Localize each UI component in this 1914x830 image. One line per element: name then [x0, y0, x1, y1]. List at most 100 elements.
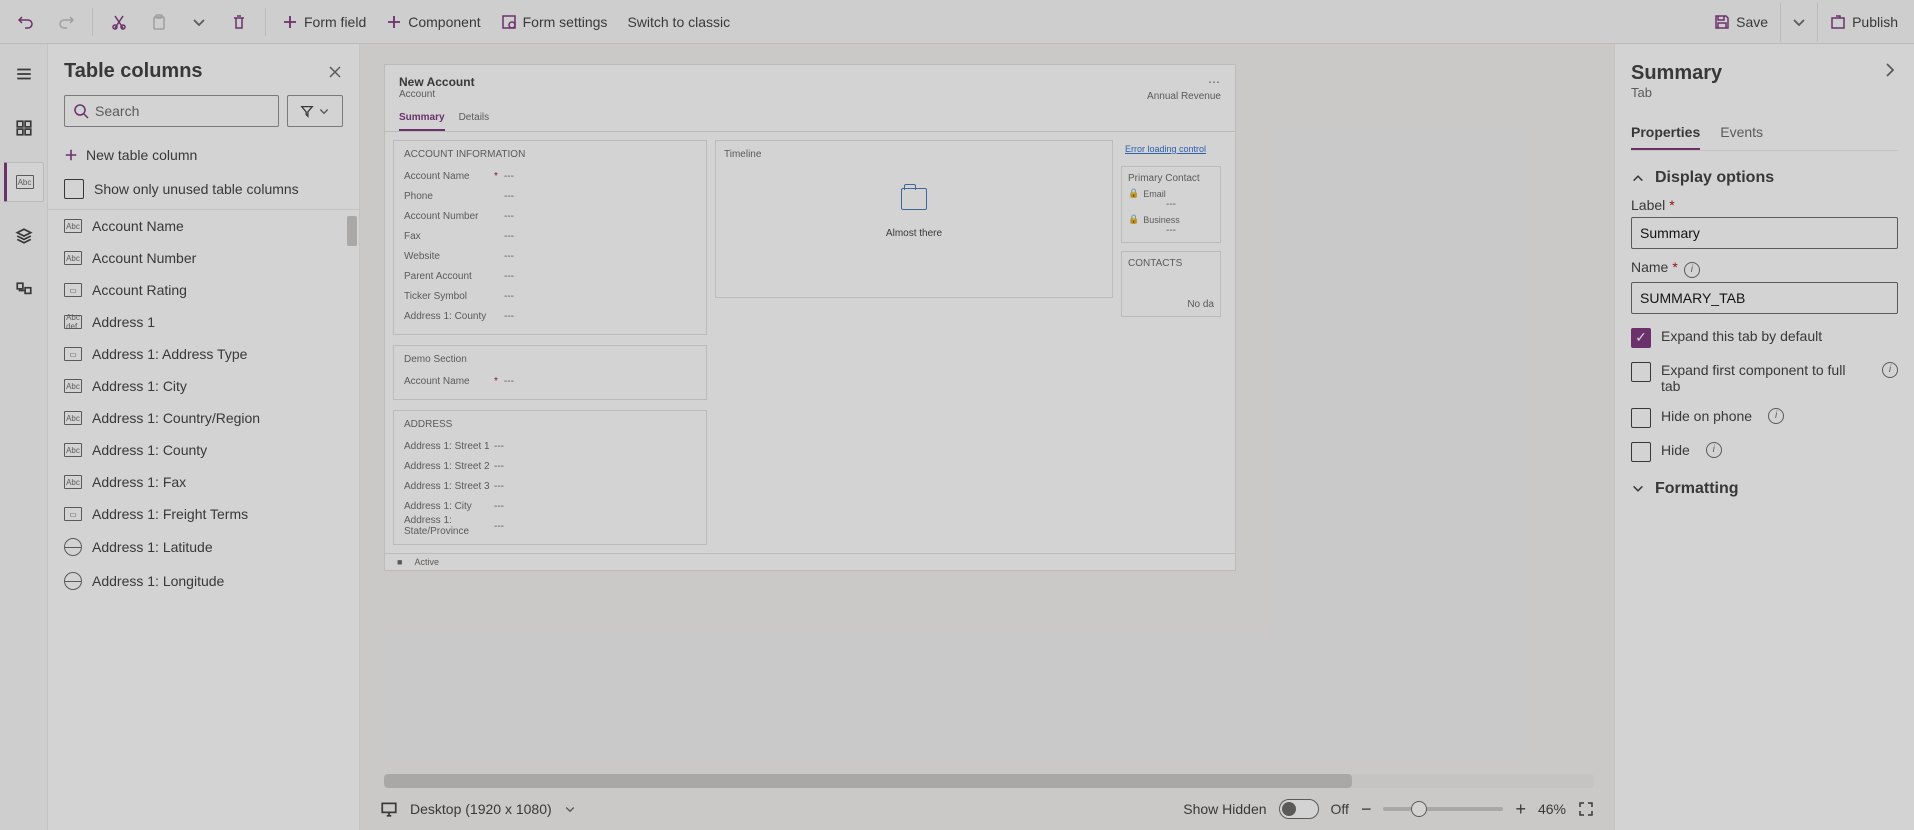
chevron-down-icon[interactable] [564, 803, 576, 815]
form-field[interactable]: Account Number--- [404, 206, 696, 226]
column-item[interactable]: ▭Address 1: Freight Terms [48, 498, 359, 530]
expand-default-checkbox[interactable] [1631, 328, 1651, 348]
form-settings-label: Form settings [523, 14, 608, 30]
scrollbar-thumb[interactable] [347, 216, 357, 246]
display-options-header[interactable]: Display options [1631, 169, 1898, 187]
name-input[interactable] [1631, 282, 1898, 314]
switch-classic-button[interactable]: Switch to classic [619, 2, 738, 42]
info-icon[interactable]: i [1768, 408, 1784, 424]
column-item[interactable]: ▭Account Rating [48, 274, 359, 306]
nav-tree[interactable] [4, 270, 44, 310]
hide-on-phone-checkbox[interactable] [1631, 408, 1651, 428]
section-address[interactable]: ADDRESS Address 1: Street 1---Address 1:… [393, 410, 707, 545]
form-field[interactable]: Address 1: Street 2--- [404, 456, 696, 476]
type-icon: Abc [64, 219, 82, 233]
show-hidden-toggle[interactable] [1279, 799, 1319, 819]
error-link[interactable]: Error loading control [1121, 140, 1221, 158]
section-primary-contact[interactable]: Primary Contact 🔒Email --- 🔒Business --- [1121, 166, 1221, 243]
form-field[interactable]: Phone--- [404, 186, 696, 206]
filter-button[interactable] [287, 95, 343, 127]
info-icon[interactable]: i [1706, 442, 1722, 458]
column-item[interactable]: Address 1: Latitude [48, 530, 359, 564]
new-table-column-button[interactable]: New table column [48, 139, 359, 171]
column-label: Account Rating [92, 282, 187, 298]
zoom-in-button[interactable]: + [1515, 799, 1526, 820]
chevron-right-icon[interactable] [1882, 62, 1898, 78]
column-item[interactable]: ▭Address 1: Address Type [48, 338, 359, 370]
section-timeline[interactable]: Timeline Almost there [715, 140, 1113, 298]
type-icon: Abc [64, 475, 82, 489]
form-field[interactable]: Address 1: County--- [404, 306, 696, 326]
timeline-message: Almost there [886, 228, 942, 239]
form-field[interactable]: Fax--- [404, 226, 696, 246]
search-input[interactable]: Search [64, 95, 279, 127]
form-settings-button[interactable]: Form settings [493, 2, 616, 42]
form-field[interactable]: Address 1: State/Province--- [404, 516, 696, 536]
section-contacts[interactable]: CONTACTS No da [1121, 251, 1221, 317]
column-label: Address 1: Country/Region [92, 410, 260, 426]
column-item[interactable]: Address 1: Longitude [48, 564, 359, 598]
add-component-button[interactable]: Component [378, 2, 488, 42]
publish-button[interactable]: Publish [1822, 2, 1906, 42]
desktop-label[interactable]: Desktop (1920 x 1080) [410, 801, 552, 817]
add-component-label: Component [408, 14, 480, 30]
form-field[interactable]: Account Name*--- [404, 166, 696, 186]
info-icon[interactable]: i [1882, 362, 1898, 378]
section-demo[interactable]: Demo Section Account Name * --- [393, 345, 707, 400]
add-form-field-label: Form field [304, 14, 366, 30]
globe-icon [64, 538, 82, 556]
form-field[interactable]: Address 1: Street 3--- [404, 476, 696, 496]
close-icon[interactable] [327, 64, 343, 80]
paste-menu[interactable] [181, 2, 217, 42]
delete-button[interactable] [221, 2, 257, 42]
redo-button[interactable] [48, 2, 84, 42]
command-bar: Form field Component Form settings Switc… [0, 0, 1914, 44]
column-label: Address 1: Fax [92, 474, 186, 490]
save-menu-button[interactable] [1780, 2, 1818, 42]
form-field[interactable]: Address 1: Street 1--- [404, 436, 696, 456]
form-field[interactable]: Website--- [404, 246, 696, 266]
form-field[interactable]: Ticker Symbol--- [404, 286, 696, 306]
formatting-header[interactable]: Formatting [1631, 480, 1898, 498]
label-input[interactable] [1631, 217, 1898, 249]
form-field[interactable]: Address 1: City--- [404, 496, 696, 516]
undo-button[interactable] [8, 2, 44, 42]
form-tab-summary[interactable]: Summary [399, 106, 445, 131]
hide-on-phone-label: Hide on phone [1661, 408, 1752, 424]
column-item[interactable]: AbcdefAddress 1 [48, 306, 359, 338]
save-button[interactable]: Save [1706, 2, 1776, 42]
info-icon[interactable]: i [1684, 262, 1700, 278]
hide-checkbox[interactable] [1631, 442, 1651, 462]
nav-table-columns[interactable]: Abc [4, 162, 44, 202]
folder-icon [901, 188, 927, 210]
show-hidden-label: Show Hidden [1183, 801, 1266, 817]
column-item[interactable]: AbcAccount Name [48, 210, 359, 242]
column-item[interactable]: AbcAddress 1: Country/Region [48, 402, 359, 434]
canvas-scrollbar[interactable] [384, 774, 1594, 788]
cut-button[interactable] [101, 2, 137, 42]
props-tab-events[interactable]: Events [1720, 116, 1763, 150]
column-item[interactable]: AbcAddress 1: County [48, 434, 359, 466]
form-field[interactable]: Account Name * --- [404, 371, 696, 391]
form-preview[interactable]: New Account Account ⋯ Annual Revenue Sum… [384, 64, 1236, 571]
add-form-field-button[interactable]: Form field [274, 2, 374, 42]
form-field[interactable]: Parent Account--- [404, 266, 696, 286]
column-item[interactable]: AbcAccount Number [48, 242, 359, 274]
form-more-icon[interactable]: ⋯ [1208, 75, 1221, 89]
fit-icon[interactable] [1578, 801, 1594, 817]
props-tab-properties[interactable]: Properties [1631, 116, 1700, 150]
paste-button[interactable] [141, 2, 177, 42]
show-unused-checkbox[interactable] [64, 179, 84, 199]
nav-components[interactable] [4, 108, 44, 148]
form-title: New Account [399, 75, 1221, 89]
column-item[interactable]: AbcAddress 1: City [48, 370, 359, 402]
form-tab-details[interactable]: Details [459, 106, 490, 131]
column-label: Account Number [92, 250, 196, 266]
zoom-slider[interactable] [1383, 807, 1503, 811]
nav-layers[interactable] [4, 216, 44, 256]
column-item[interactable]: Abc Address 1: Fax [48, 466, 359, 498]
section-account-information[interactable]: ACCOUNT INFORMATION Account Name*---Phon… [393, 140, 707, 335]
nav-hamburger[interactable] [4, 54, 44, 94]
expand-first-checkbox[interactable] [1631, 362, 1651, 382]
zoom-out-button[interactable]: − [1361, 799, 1372, 820]
